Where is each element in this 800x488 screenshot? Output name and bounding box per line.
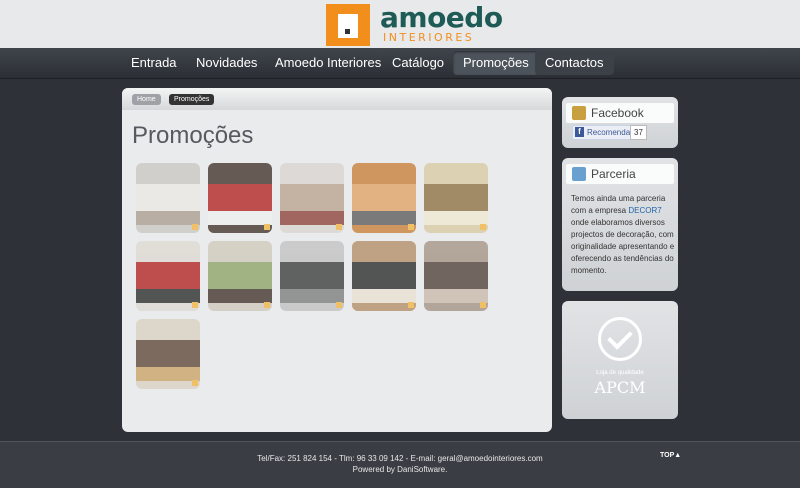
- promotion-thumbnail[interactable]: [208, 241, 272, 311]
- promo-flag-icon: [192, 302, 198, 308]
- promo-flag-icon: [408, 302, 414, 308]
- logo-door-shape: [338, 14, 358, 38]
- promo-flag-icon: [480, 302, 486, 308]
- breadcrumb-current: Promoções: [169, 94, 215, 105]
- promo-flag-icon: [192, 380, 198, 386]
- promo-flag-icon: [264, 224, 270, 230]
- promotion-thumbnail[interactable]: [136, 241, 200, 311]
- parceria-box: Parceria Temos ainda uma parceria com a …: [562, 158, 678, 291]
- facebook-recommend-button[interactable]: f Recomendar: [572, 125, 638, 140]
- logo-subtitle: INTERIORES: [383, 31, 475, 44]
- up-arrow-icon: ▲: [674, 452, 682, 459]
- facebook-title: Facebook: [591, 106, 644, 120]
- promo-flag-icon: [408, 224, 414, 230]
- promo-flag-icon: [192, 224, 198, 230]
- promo-flag-icon: [264, 302, 270, 308]
- promotion-thumbnail[interactable]: [352, 163, 416, 233]
- page-title: Promoções: [132, 122, 254, 149]
- back-to-top-link[interactable]: TOP▲: [660, 452, 681, 459]
- people-icon: [572, 106, 586, 120]
- main-nav: Entrada Novidades Amoedo Interiores Catá…: [0, 48, 800, 79]
- nav-item-promocoes[interactable]: Promoções: [453, 51, 539, 75]
- main-content: Home Promoções Promoções: [122, 88, 552, 432]
- facebook-icon: f: [575, 127, 584, 137]
- promotion-thumbnail[interactable]: [424, 163, 488, 233]
- speech-bubble-icon: [572, 167, 586, 181]
- quality-name: APCM: [594, 378, 646, 397]
- logo-icon[interactable]: [326, 4, 370, 46]
- nav-item-amoedo-interiores[interactable]: Amoedo Interiores: [265, 51, 391, 75]
- quality-caption: Loja de qualidade: [596, 370, 644, 376]
- promo-flag-icon: [336, 302, 342, 308]
- facebook-count: 37: [630, 125, 647, 140]
- promotion-thumbnail[interactable]: [136, 319, 200, 389]
- decor7-link[interactable]: DECOR7: [628, 206, 661, 215]
- quality-box: Loja de qualidade APCM: [562, 301, 678, 419]
- parceria-text-after: onde elaboramos diversos projectos de de…: [571, 218, 675, 275]
- nav-item-contactos[interactable]: Contactos: [535, 51, 614, 75]
- logo-name[interactable]: amoedo: [380, 4, 503, 32]
- facebook-recommend-label: Recomendar: [587, 128, 633, 137]
- back-to-top-label: TOP: [660, 452, 675, 459]
- nav-item-entrada[interactable]: Entrada: [121, 51, 187, 75]
- nav-item-novidades[interactable]: Novidades: [186, 51, 267, 75]
- parceria-title: Parceria: [591, 167, 636, 181]
- promotion-thumbnail[interactable]: [280, 163, 344, 233]
- promo-flag-icon: [336, 224, 342, 230]
- promotion-thumbnail[interactable]: [280, 241, 344, 311]
- facebook-header: Facebook: [566, 103, 674, 123]
- nav-item-catalogo[interactable]: Catálogo: [382, 51, 454, 75]
- promotion-thumbnail[interactable]: [424, 241, 488, 311]
- promotion-thumbnail[interactable]: [208, 163, 272, 233]
- promotion-thumbnail[interactable]: [352, 241, 416, 311]
- footer-powered: Powered by DaniSoftware.: [352, 465, 448, 474]
- breadcrumb: Home Promoções: [122, 88, 552, 110]
- footer: Tel/Fax: 251 824 154 - Tlm: 96 33 09 142…: [0, 441, 800, 488]
- check-seal-icon: [598, 317, 642, 361]
- promo-flag-icon: [480, 224, 486, 230]
- promotion-thumbnail[interactable]: [136, 163, 200, 233]
- facebook-box: Facebook f Recomendar 37: [562, 97, 678, 148]
- breadcrumb-home[interactable]: Home: [132, 94, 161, 105]
- parceria-header: Parceria: [566, 164, 674, 184]
- parceria-text: Temos ainda uma parceria com a empresa D…: [571, 193, 675, 277]
- header: amoedo INTERIORES: [0, 0, 800, 48]
